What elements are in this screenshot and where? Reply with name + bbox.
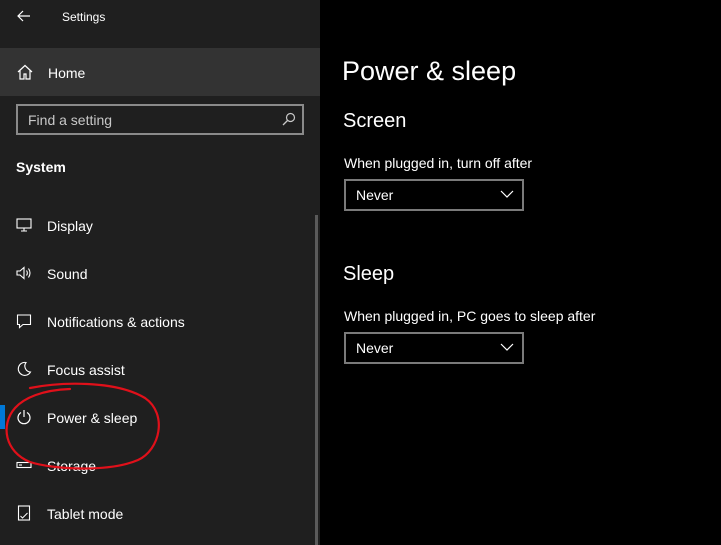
search-input[interactable] <box>18 106 278 133</box>
sleep-heading: Sleep <box>343 263 395 285</box>
page-title: Power & sleep <box>342 56 517 86</box>
title-bar: Settings <box>0 0 320 34</box>
sidebar-item-notifications[interactable]: Notifications & actions <box>0 297 316 345</box>
app-title: Settings <box>62 10 106 24</box>
sleep-timeout-dropdown[interactable]: Never <box>344 332 524 364</box>
sidebar-item-home[interactable]: Home <box>0 48 320 96</box>
moon-icon <box>17 361 32 376</box>
back-button[interactable] <box>10 4 38 28</box>
sidebar-item-label: Power & sleep <box>47 410 138 426</box>
message-icon <box>16 314 32 329</box>
sidebar-item-label: Home <box>48 65 86 81</box>
search-box[interactable] <box>16 104 304 135</box>
sidebar-item-label: Display <box>47 218 93 234</box>
dropdown-value: Never <box>356 187 394 203</box>
sidebar-scrollbar[interactable] <box>315 215 318 545</box>
storage-icon <box>16 461 32 469</box>
back-arrow-icon <box>17 10 30 22</box>
sidebar-item-label: Tablet mode <box>47 506 124 522</box>
sidebar-item-storage[interactable]: Storage <box>0 441 316 489</box>
tablet-icon <box>17 505 31 521</box>
section-heading: System <box>16 159 66 175</box>
sidebar-item-sound[interactable]: Sound <box>0 249 316 297</box>
sidebar-item-tablet-mode[interactable]: Tablet mode <box>0 489 316 537</box>
sidebar-item-label: Storage <box>47 458 97 474</box>
selection-indicator <box>0 405 5 429</box>
sidebar-item-label: Notifications & actions <box>47 314 185 330</box>
home-icon <box>17 64 33 80</box>
sidebar: Settings Home System Display Sound <box>0 0 320 545</box>
power-icon <box>17 410 31 425</box>
search-icon[interactable] <box>282 112 296 126</box>
screen-heading: Screen <box>343 110 407 132</box>
sidebar-item-label: Sound <box>47 266 88 282</box>
sidebar-item-power-sleep[interactable]: Power & sleep <box>0 393 316 441</box>
screen-timeout-dropdown[interactable]: Never <box>344 179 524 211</box>
speaker-icon <box>16 266 31 280</box>
screen-timeout-label: When plugged in, turn off after <box>344 155 533 171</box>
sidebar-item-focus-assist[interactable]: Focus assist <box>0 345 316 393</box>
main-content: Power & sleep Screen When plugged in, tu… <box>320 0 721 545</box>
monitor-icon <box>16 218 32 232</box>
sidebar-item-display[interactable]: Display <box>0 201 316 249</box>
chevron-down-icon <box>500 343 514 351</box>
chevron-down-icon <box>500 190 514 198</box>
sleep-timeout-label: When plugged in, PC goes to sleep after <box>344 308 596 324</box>
dropdown-value: Never <box>356 340 394 356</box>
sidebar-item-label: Focus assist <box>47 362 125 378</box>
